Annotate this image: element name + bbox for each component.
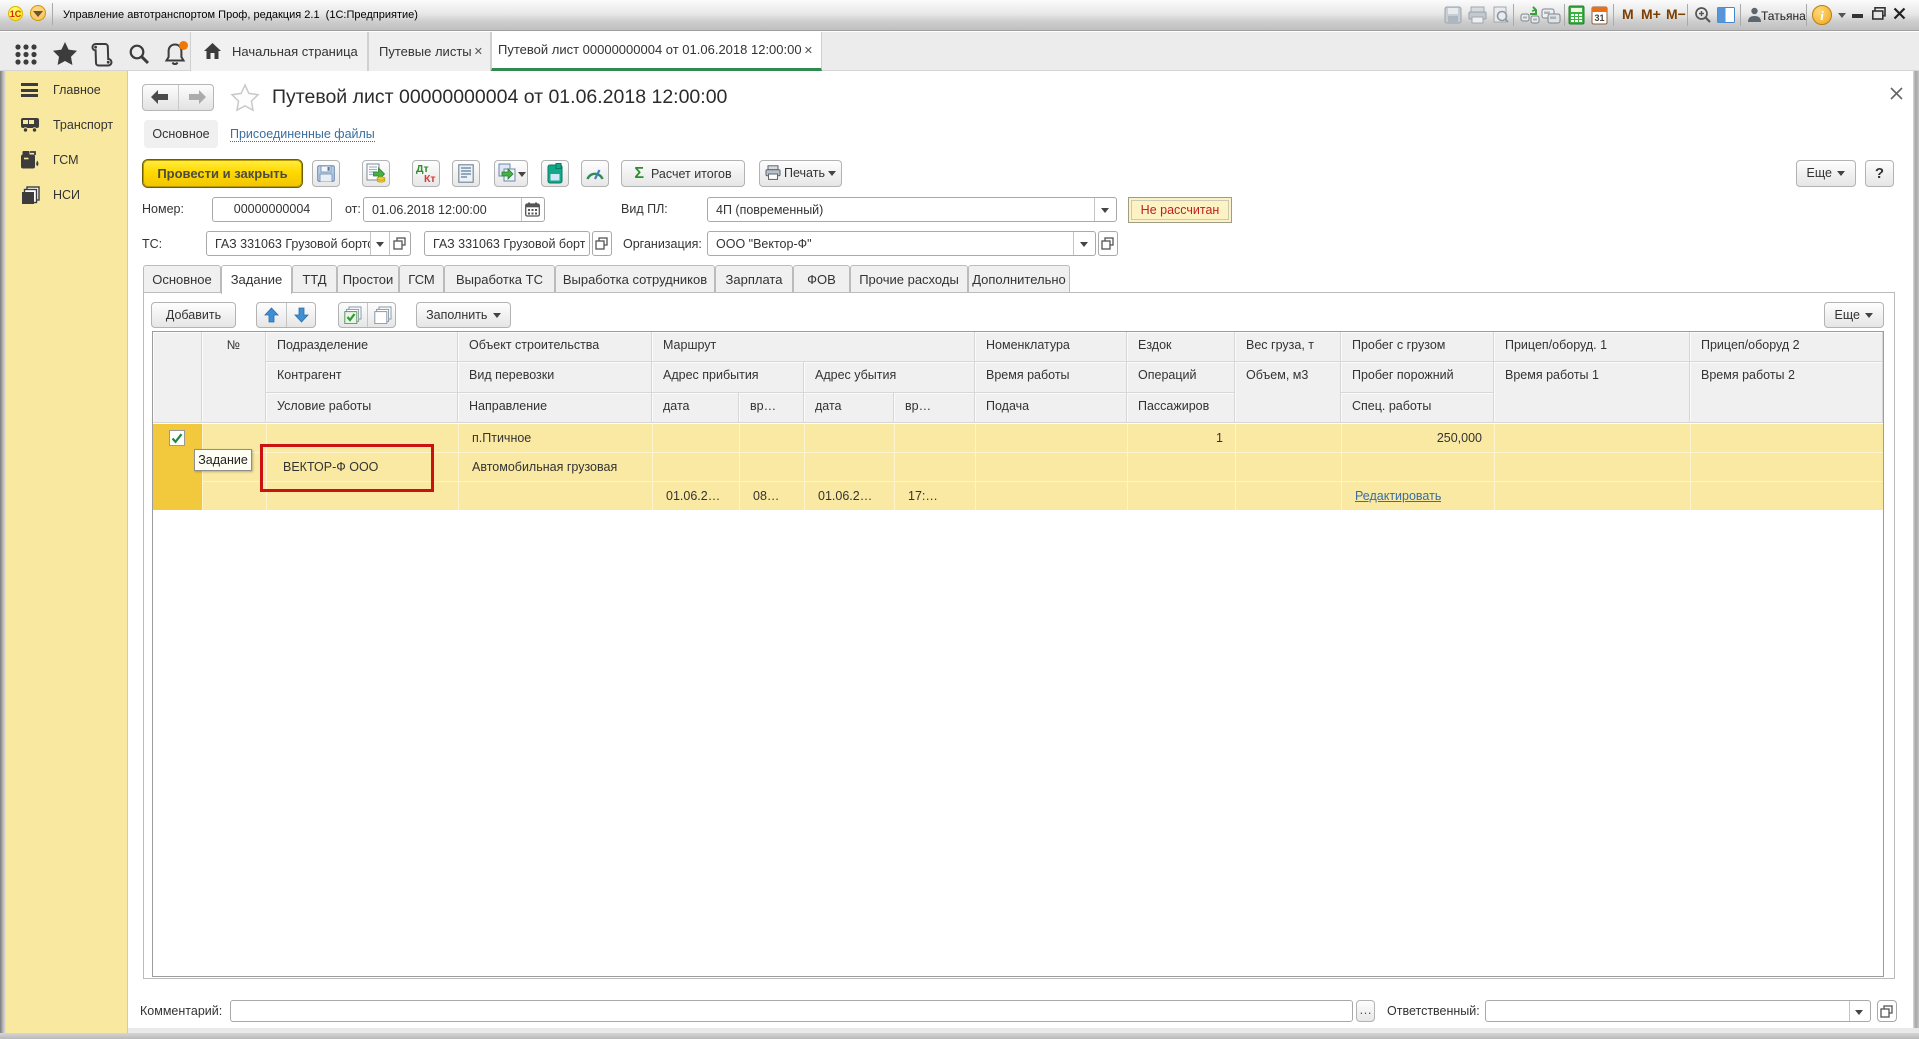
svg-text:31: 31: [1594, 13, 1604, 23]
